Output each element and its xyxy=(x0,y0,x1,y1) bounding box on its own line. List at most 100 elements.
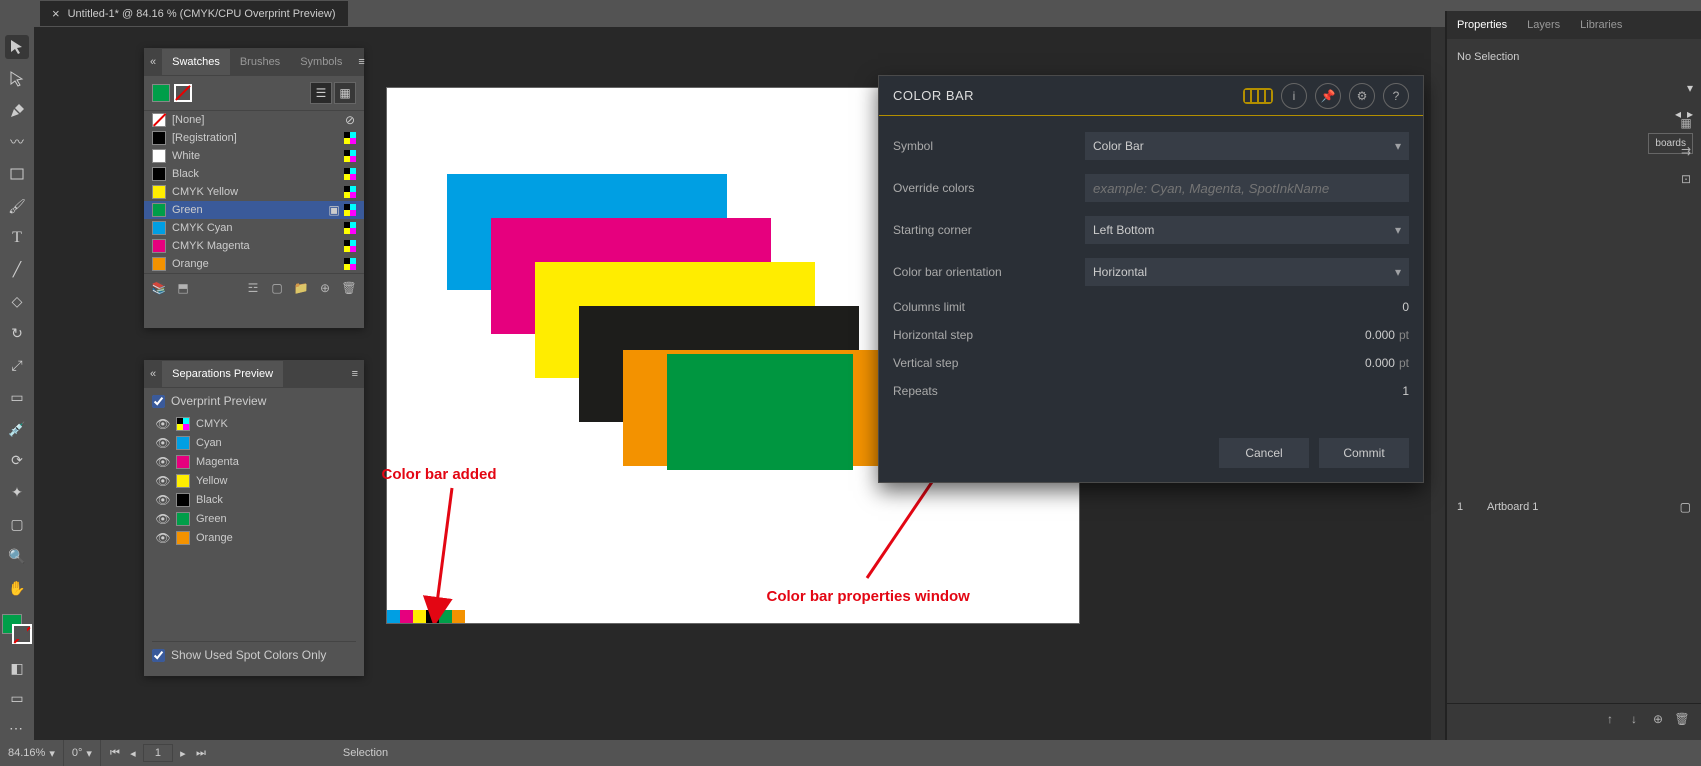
fill-stroke-indicator[interactable] xyxy=(2,614,32,644)
curvature-tool[interactable]: 〰 xyxy=(5,131,29,155)
panel-collapse-icon[interactable]: « xyxy=(144,368,162,380)
pen-tool[interactable] xyxy=(5,99,29,123)
visibility-icon[interactable]: 👁 xyxy=(156,512,170,526)
swatch-row[interactable]: Black xyxy=(144,165,364,183)
commit-button[interactable]: Commit xyxy=(1319,438,1409,468)
artboard-row[interactable]: 1 Artboard 1 ▢ xyxy=(1447,495,1701,519)
brushes-tab[interactable]: Brushes xyxy=(230,49,290,75)
swatch-row[interactable]: Orange xyxy=(144,255,364,273)
delete-artboard-icon[interactable]: 🗑 xyxy=(1673,710,1691,728)
swatch-row[interactable]: CMYK Magenta xyxy=(144,237,364,255)
swatch-options-icon[interactable]: ▢ xyxy=(268,279,286,297)
swatch-row[interactable]: CMYK Yellow xyxy=(144,183,364,201)
brush-tool[interactable]: 🖌 xyxy=(5,194,29,218)
align-icon[interactable]: ⇉ xyxy=(1674,139,1698,163)
list-view-icon[interactable]: ☰ xyxy=(310,82,332,104)
chevron-down-icon[interactable]: ▾ xyxy=(49,747,55,760)
repeats-value[interactable]: 1 xyxy=(1085,384,1409,398)
separation-row[interactable]: 👁CMYK xyxy=(152,414,356,433)
separation-row[interactable]: 👁Cyan xyxy=(152,433,356,452)
color-bar[interactable] xyxy=(387,610,465,623)
visibility-icon[interactable]: 👁 xyxy=(156,417,170,431)
more-tools-icon[interactable]: ⋯ xyxy=(5,716,29,740)
tab-libraries[interactable]: Libraries xyxy=(1570,11,1632,39)
hstep-value[interactable]: 0.000pt xyxy=(1085,328,1409,342)
separations-tab[interactable]: Separations Preview xyxy=(162,361,283,387)
new-artboard-icon[interactable]: ⊕ xyxy=(1649,710,1667,728)
add-to-library-icon[interactable]: ⬒ xyxy=(174,279,192,297)
panel-menu-icon[interactable]: ≡ xyxy=(346,368,364,380)
tabs-icon[interactable] xyxy=(1243,88,1273,104)
eyedropper-tool[interactable]: 💉 xyxy=(5,417,29,441)
visibility-icon[interactable]: 👁 xyxy=(156,436,170,450)
cancel-button[interactable]: Cancel xyxy=(1219,438,1309,468)
prev-icon[interactable]: ◂ xyxy=(125,745,141,761)
document-tab[interactable]: × Untitled-1* @ 84.16 % (CMYK/CPU Overpr… xyxy=(40,1,348,26)
symbols-tab[interactable]: Symbols xyxy=(290,49,352,75)
zoom-field[interactable]: 84.16% ▾ xyxy=(0,740,64,766)
orientation-dropdown[interactable]: Horizontal▾ xyxy=(1085,258,1409,286)
symbol-sprayer-tool[interactable]: ✦ xyxy=(5,481,29,505)
move-up-icon[interactable]: ↑ xyxy=(1601,710,1619,728)
separation-row[interactable]: 👁Yellow xyxy=(152,471,356,490)
close-tab-icon[interactable]: × xyxy=(52,6,60,21)
fill-indicator[interactable] xyxy=(152,84,170,102)
symbol-dropdown[interactable]: Color Bar▾ xyxy=(1085,132,1409,160)
swatch-row[interactable]: White xyxy=(144,147,364,165)
stroke-indicator[interactable] xyxy=(174,84,192,102)
type-tool[interactable]: T xyxy=(5,226,29,250)
width-tool[interactable]: ▭ xyxy=(5,385,29,409)
page-field[interactable]: 1 xyxy=(143,744,173,762)
artboard-tool[interactable]: ▢ xyxy=(5,513,29,537)
rectangle-tool[interactable] xyxy=(5,162,29,186)
separation-row[interactable]: 👁Green xyxy=(152,509,356,528)
swatch-row[interactable]: [None]⊘ xyxy=(144,111,364,129)
swatches-tab[interactable]: Swatches xyxy=(162,49,230,75)
chevron-down-icon[interactable]: ▾ xyxy=(86,747,92,760)
show-spot-checkbox-input[interactable] xyxy=(152,649,165,662)
settings-icon[interactable]: ⚙ xyxy=(1349,83,1375,109)
last-icon[interactable]: ⏭ xyxy=(193,745,209,761)
line-tool[interactable]: ╱ xyxy=(5,258,29,282)
new-swatch-icon[interactable]: ⊕ xyxy=(316,279,334,297)
info-icon[interactable]: i xyxy=(1281,83,1307,109)
swatch-row[interactable]: Green▣ xyxy=(144,201,364,219)
pin-icon[interactable]: 📌 xyxy=(1315,83,1341,109)
rotate-tool[interactable]: ↻ xyxy=(5,322,29,346)
tab-layers[interactable]: Layers xyxy=(1517,11,1570,39)
columns-value[interactable]: 0 xyxy=(1085,300,1409,314)
visibility-icon[interactable]: 👁 xyxy=(156,531,170,545)
visibility-icon[interactable]: 👁 xyxy=(156,455,170,469)
swatch-row[interactable]: CMYK Cyan xyxy=(144,219,364,237)
direct-selection-tool[interactable] xyxy=(5,67,29,91)
shape-tool[interactable]: ◇ xyxy=(5,290,29,314)
artboard-options-icon[interactable]: ▢ xyxy=(1680,500,1691,514)
selection-tool[interactable] xyxy=(5,35,29,59)
zoom-tool[interactable]: 🔍 xyxy=(5,545,29,569)
rectangle-green[interactable] xyxy=(667,354,853,470)
angle-field[interactable]: 0° ▾ xyxy=(64,740,101,766)
overprint-checkbox[interactable]: Overprint Preview xyxy=(152,394,356,408)
help-icon[interactable]: ? xyxy=(1383,83,1409,109)
visibility-icon[interactable]: 👁 xyxy=(156,474,170,488)
next-icon[interactable]: ▸ xyxy=(175,745,191,761)
first-icon[interactable]: ⏮ xyxy=(107,745,123,761)
visibility-icon[interactable]: 👁 xyxy=(156,493,170,507)
overprint-checkbox-input[interactable] xyxy=(152,395,165,408)
chevron-down-icon[interactable]: ▾ xyxy=(1687,81,1693,95)
new-color-group-icon[interactable]: 📁 xyxy=(292,279,310,297)
swatch-row[interactable]: [Registration] xyxy=(144,129,364,147)
scale-tool[interactable]: ⤢ xyxy=(5,353,29,377)
screen-mode-icon[interactable]: ▭ xyxy=(5,686,29,710)
move-down-icon[interactable]: ↓ xyxy=(1625,710,1643,728)
hand-tool[interactable]: ✋ xyxy=(5,576,29,600)
panel-collapse-icon[interactable]: « xyxy=(144,56,162,68)
blend-tool[interactable]: ⟳ xyxy=(5,449,29,473)
stroke-swatch[interactable] xyxy=(12,624,32,644)
swatch-libraries-icon[interactable]: 📚 xyxy=(150,279,168,297)
tab-properties[interactable]: Properties xyxy=(1447,11,1517,39)
grid-view-icon[interactable]: ▦ xyxy=(334,82,356,104)
corner-dropdown[interactable]: Left Bottom▾ xyxy=(1085,216,1409,244)
override-input[interactable] xyxy=(1085,174,1409,202)
color-mode-icon[interactable]: ◧ xyxy=(5,656,29,680)
